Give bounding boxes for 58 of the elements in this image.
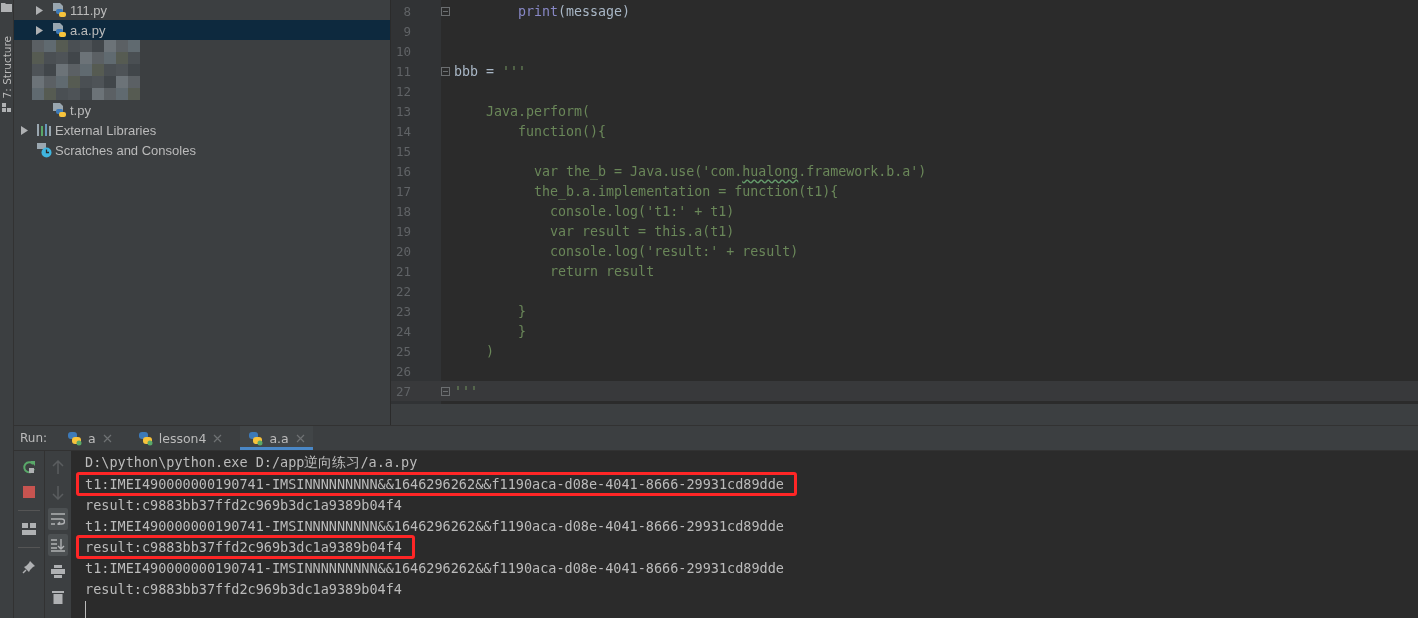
trash-icon[interactable]	[52, 590, 64, 604]
code-line: bbb = '''	[454, 63, 527, 79]
structure-icon	[2, 103, 11, 114]
python-file-icon	[51, 22, 67, 38]
libraries-icon	[36, 123, 52, 137]
structure-tab[interactable]: 7: Structure	[0, 36, 13, 99]
python-file-icon	[51, 2, 67, 18]
console-line: t1:IMEI490000000190741-IMSINNNNNNNNN&&1646296262&&f1190aca-d08e-4041-8666-29931cd89dde	[85, 517, 784, 534]
code-line: print(message)	[517, 3, 631, 19]
folder-icon[interactable]	[1, 2, 12, 12]
code-line: console.log('result:' + result)	[549, 243, 799, 259]
console-line: t1:IMEI490000000190741-IMSINNNNNNNNN&&1646296262&&f1190aca-d08e-4041-8666-29931cd89dde	[85, 559, 784, 576]
code-line: }	[517, 303, 527, 319]
code-line: function(){	[517, 123, 607, 139]
code-line: console.log('t1:' + t1)	[549, 203, 735, 219]
tree-item[interactable]: External Libraries	[14, 120, 390, 140]
console-line: t1:IMEI490000000190741-IMSINNNNNNNNN&&1646296262&&f1190aca-d08e-4041-8666-29931cd89dde	[85, 475, 784, 492]
pin-icon[interactable]	[22, 560, 36, 574]
console-line: result:c9883bb37ffd2c969b3dc1a9389b04f4	[85, 538, 402, 555]
scratch-file-icon	[36, 142, 52, 158]
console-line: result:c9883bb37ffd2c969b3dc1a9389b04f4	[85, 580, 402, 597]
run-tab[interactable]: a.a	[240, 426, 313, 450]
run-label: Run:	[19, 430, 49, 447]
code-line: }	[517, 323, 527, 339]
code-line: return result	[549, 263, 655, 279]
code-line: '''	[454, 383, 479, 399]
python-file-icon	[51, 102, 67, 118]
console-line: result:c9883bb37ffd2c969b3dc1a9389b04f4	[85, 496, 402, 513]
expand-arrow-icon[interactable]	[35, 25, 43, 35]
expand-arrow-icon[interactable]	[20, 125, 28, 135]
code-line: )	[485, 343, 495, 359]
fold-marker-icon[interactable]	[441, 6, 450, 16]
close-icon[interactable]	[102, 433, 112, 443]
close-icon[interactable]	[213, 433, 223, 443]
tree-item[interactable]: a.a.py	[14, 20, 390, 40]
code-line: var result = this.a(t1)	[549, 223, 735, 239]
fold-marker-icon[interactable]	[441, 386, 450, 396]
layout-icon[interactable]	[22, 523, 36, 535]
fold-marker-icon[interactable]	[441, 66, 450, 76]
tree-item[interactable]: t.py	[14, 100, 390, 120]
run-tab[interactable]: a	[59, 426, 120, 450]
code-line: Java.perform(	[485, 103, 591, 119]
console-line: D:\python\python.exe D:/app逆向练习/a.a.py	[85, 453, 418, 472]
code-line: var the_b = Java.use('com.hualong.framework.b.a')	[533, 163, 927, 179]
text-cursor	[85, 601, 86, 618]
tree-item[interactable]: Scratches and Consoles	[14, 140, 390, 160]
python-icon	[137, 430, 153, 446]
tree-item[interactable]: 111.py	[14, 0, 390, 20]
print-icon[interactable]	[51, 564, 65, 578]
soft-wrap-icon[interactable]	[51, 513, 65, 525]
python-icon	[67, 430, 83, 446]
code-line: the_b.a.implementation = function(t1){	[533, 183, 839, 199]
close-icon[interactable]	[295, 433, 305, 443]
rerun-icon[interactable]	[22, 460, 36, 474]
expand-arrow-icon[interactable]	[35, 5, 43, 15]
run-tab[interactable]: lesson4	[129, 426, 231, 450]
python-icon	[248, 430, 264, 446]
scroll-to-end-icon[interactable]	[51, 538, 65, 552]
